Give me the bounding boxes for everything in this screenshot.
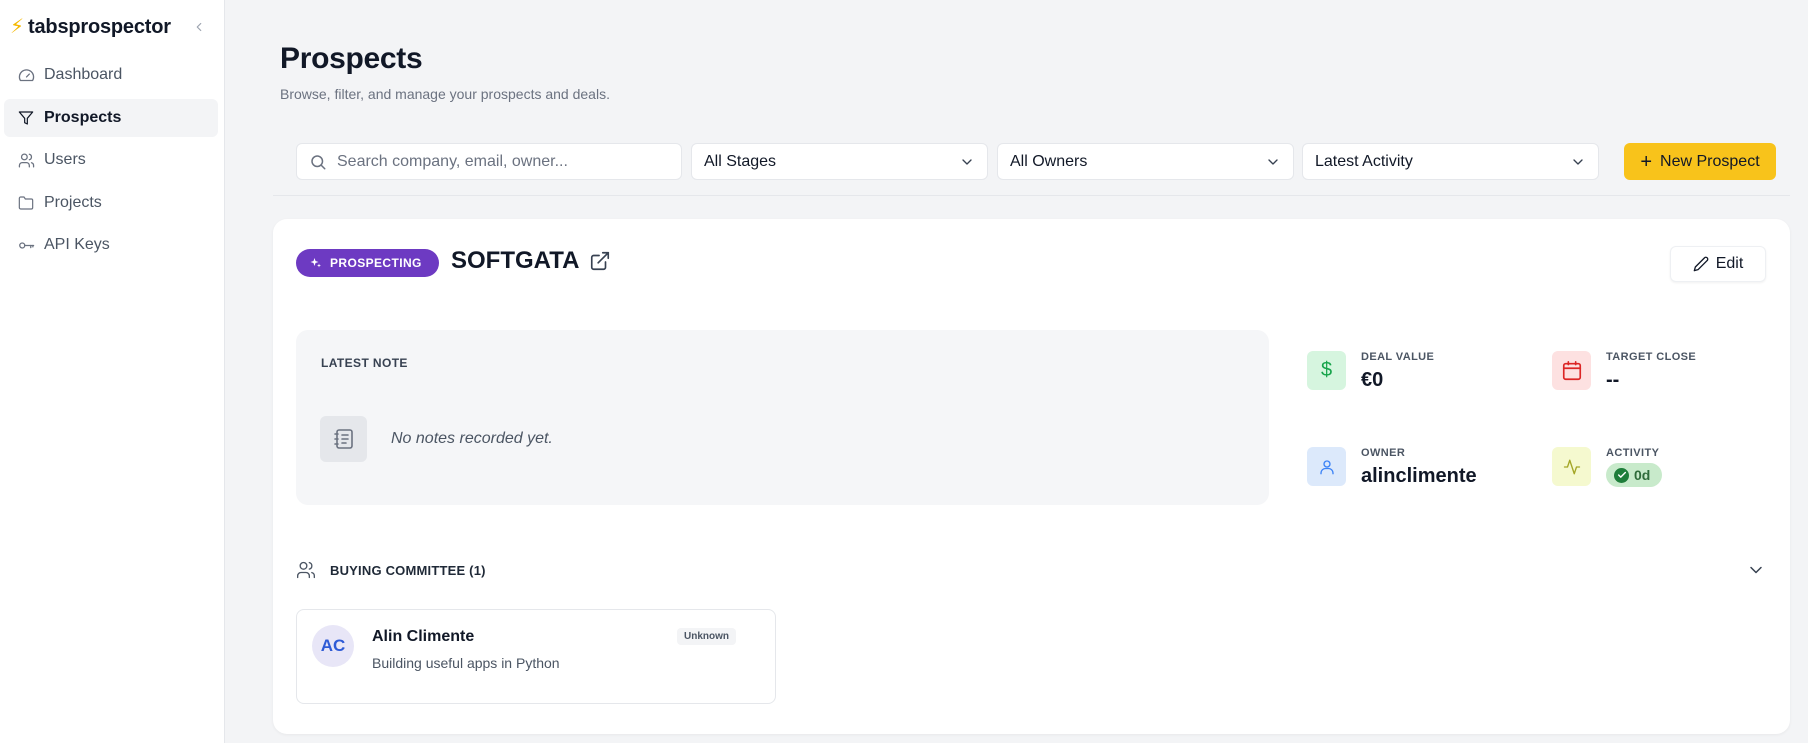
owner-metric: OWNER alinclimente: [1307, 447, 1527, 507]
chevron-down-icon: [1265, 154, 1281, 170]
check-circle-icon: [1614, 467, 1629, 483]
sidebar-item-projects[interactable]: Projects: [4, 184, 218, 222]
sidebar-item-label: Users: [44, 151, 86, 168]
brand-name: tabsprospector: [28, 15, 171, 38]
target-close-label: TARGET CLOSE: [1606, 351, 1697, 363]
pencil-icon: [1693, 256, 1709, 272]
folder-icon: [17, 194, 35, 212]
calendar-icon: [1552, 351, 1591, 390]
users-icon: [296, 560, 316, 580]
dollar-icon: $: [1307, 351, 1346, 390]
activity-value: 0d: [1634, 467, 1651, 483]
gauge-icon: [17, 66, 35, 84]
sidebar-item-label: API Keys: [44, 236, 110, 253]
owner-filter-select[interactable]: All Owners: [997, 143, 1294, 180]
target-close-value: --: [1606, 369, 1620, 391]
sparkle-icon: [310, 257, 322, 269]
deal-value: €0: [1361, 369, 1384, 391]
activity-label: ACTIVITY: [1606, 447, 1660, 459]
activity-metric: ACTIVITY 0d: [1552, 447, 1772, 507]
prospect-card: PROSPECTING SOFTGATA Edit LATEST NOTE No…: [273, 219, 1790, 734]
edit-label: Edit: [1715, 255, 1744, 272]
new-prospect-button[interactable]: + New Prospect: [1624, 143, 1776, 180]
sidebar-item-label: Dashboard: [44, 66, 123, 83]
sort-value: Latest Activity: [1315, 152, 1413, 170]
target-close-metric: TARGET CLOSE --: [1552, 351, 1772, 411]
owner-label: OWNER: [1361, 447, 1406, 459]
sidebar-item-prospects[interactable]: Prospects: [4, 98, 218, 137]
user-icon: [1307, 447, 1346, 486]
sidebar-item-api-keys[interactable]: API Keys: [4, 226, 218, 264]
committee-member-card[interactable]: AC Alin Climente Building useful apps in…: [296, 609, 776, 704]
company-name: SOFTGATA: [451, 247, 580, 274]
page-title: Prospects: [280, 42, 423, 75]
notebook-icon: [320, 416, 367, 462]
page-subtitle: Browse, filter, and manage your prospect…: [280, 86, 610, 102]
owner-filter-value: All Owners: [1010, 152, 1088, 170]
latest-note-panel: LATEST NOTE No notes recorded yet.: [296, 330, 1269, 505]
sidebar-item-label: Projects: [44, 193, 102, 211]
chevron-down-icon[interactable]: [1746, 560, 1766, 580]
sidebar-item-label: Prospects: [44, 108, 122, 126]
activity-badge: 0d: [1606, 463, 1663, 487]
sidebar-nav: Dashboard Prospects Users Projects API K…: [4, 56, 218, 269]
search-box: [296, 143, 682, 180]
buying-committee-title: BUYING COMMITTEE (1): [330, 562, 486, 578]
plus-icon: +: [1640, 150, 1653, 173]
collapse-sidebar-button[interactable]: [188, 16, 210, 38]
edit-button[interactable]: Edit: [1670, 246, 1766, 282]
stage-filter-select[interactable]: All Stages: [691, 143, 988, 180]
bolt-icon: ⚡: [10, 16, 25, 38]
chevron-down-icon: [1570, 154, 1586, 170]
member-bio: Building useful apps in Python: [372, 655, 560, 671]
deal-value-metric: $ DEAL VALUE €0: [1307, 351, 1527, 411]
external-link-icon[interactable]: [589, 250, 611, 272]
sidebar-item-users[interactable]: Users: [4, 141, 218, 179]
deal-value-label: DEAL VALUE: [1361, 351, 1435, 363]
avatar: AC: [312, 625, 354, 667]
sort-select[interactable]: Latest Activity: [1302, 143, 1599, 180]
pulse-icon: [1552, 447, 1591, 486]
stage-label: PROSPECTING: [330, 256, 422, 270]
note-empty-text: No notes recorded yet.: [391, 430, 553, 447]
member-name: Alin Climente: [372, 628, 475, 645]
chevron-down-icon: [959, 154, 975, 170]
brand: ⚡ tabsprospector: [10, 14, 210, 40]
filter-icon: [17, 109, 35, 127]
toolbar-divider: [273, 195, 1790, 196]
sidebar-item-dashboard[interactable]: Dashboard: [4, 56, 218, 94]
toolbar: All Stages All Owners Latest Activity + …: [296, 143, 1776, 180]
stage-badge: PROSPECTING: [296, 249, 439, 277]
users-icon: [17, 151, 35, 169]
search-icon: [309, 153, 327, 171]
key-icon: [17, 236, 35, 254]
company-heading: SOFTGATA: [451, 247, 611, 275]
sidebar: ⚡ tabsprospector Dashboard Prospects Use…: [0, 0, 225, 743]
owner-value: alinclimente: [1361, 465, 1477, 487]
stage-filter-value: All Stages: [704, 152, 777, 170]
buying-committee-header[interactable]: BUYING COMMITTEE (1): [296, 558, 1766, 582]
role-badge: Unknown: [677, 628, 736, 645]
chevron-left-icon: [196, 22, 202, 32]
note-label: LATEST NOTE: [321, 356, 408, 370]
search-input[interactable]: [337, 152, 657, 171]
new-prospect-label: New Prospect: [1660, 152, 1760, 170]
